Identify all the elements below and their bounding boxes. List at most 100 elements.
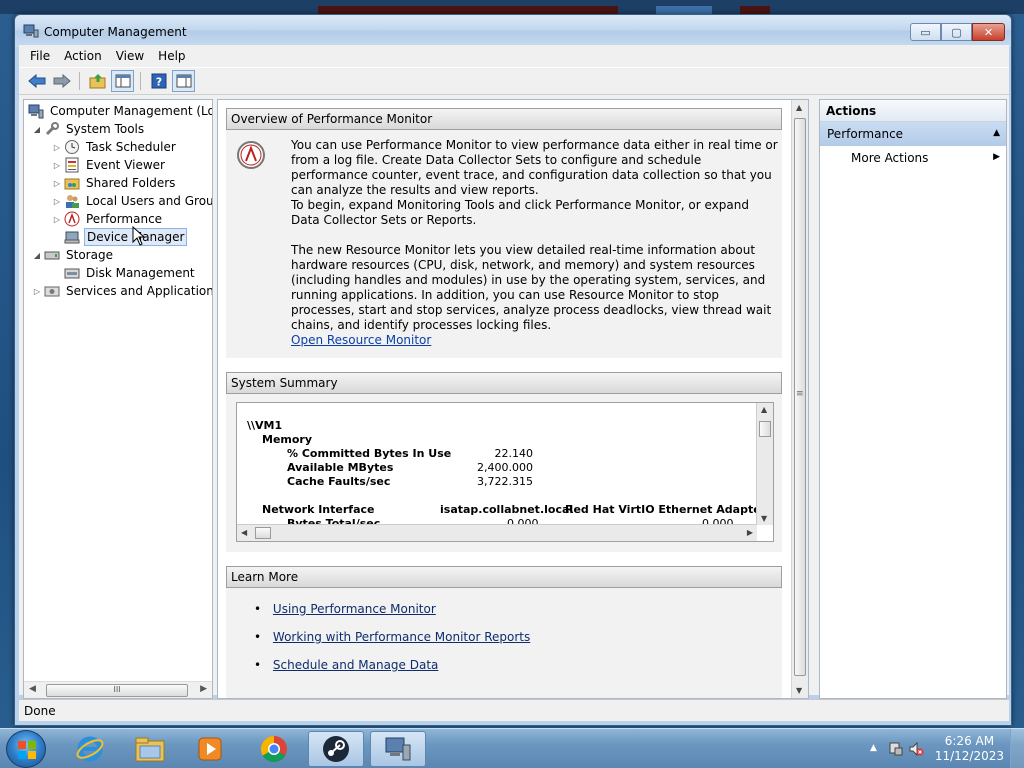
internet-explorer-icon xyxy=(76,736,104,762)
scroll-left-icon[interactable]: ◀ xyxy=(29,684,36,694)
counter-name: Cache Faults/sec xyxy=(287,475,391,488)
tree-label: Disk Management xyxy=(86,266,195,280)
actions-group-performance[interactable]: Performance ▲ xyxy=(820,122,1006,146)
collapse-icon[interactable]: ◢ xyxy=(32,251,42,260)
center-vertical-scrollbar[interactable]: ▲ ≡ ▼ xyxy=(791,100,808,698)
maximize-button[interactable]: ▢ xyxy=(941,23,972,41)
close-button[interactable]: ✕ xyxy=(972,23,1005,41)
counter-value: 3,722.315 xyxy=(477,475,533,488)
tree-label: Shared Folders xyxy=(86,176,176,190)
tree-item-event-viewer[interactable]: ▷ Event Viewer xyxy=(52,156,167,174)
forward-button[interactable] xyxy=(50,70,73,92)
summary-vertical-scrollbar[interactable]: ▲ ▼ xyxy=(756,403,773,525)
monitor-reports-link[interactable]: Working with Performance Monitor Reports xyxy=(273,630,530,644)
bullet-icon: • xyxy=(254,658,262,672)
help-button[interactable]: ? xyxy=(147,70,170,92)
storage-icon xyxy=(44,251,60,260)
machine-name: \\VM1 xyxy=(247,419,283,432)
tree-item-storage[interactable]: ◢ Storage xyxy=(32,246,115,264)
system-tray: ▲ 6:26 AM 11/12/2023 xyxy=(854,729,1024,768)
tree-item-shared-folders[interactable]: ▷ Shared Folders xyxy=(52,174,177,192)
scroll-down-icon[interactable]: ▼ xyxy=(761,514,767,523)
show-hide-console-tree-button[interactable] xyxy=(111,70,134,92)
menu-action[interactable]: Action xyxy=(57,49,109,63)
expand-icon[interactable]: ▷ xyxy=(52,197,62,206)
taskbar-media-player[interactable] xyxy=(182,731,238,767)
more-actions-label: More Actions xyxy=(851,151,929,165)
event-viewer-icon xyxy=(65,157,79,173)
tree-item-device-manager[interactable]: Device Manager xyxy=(62,228,188,246)
clock-time: 6:26 AM xyxy=(944,734,995,748)
show-hidden-icons-icon[interactable]: ▲ xyxy=(870,743,877,753)
scroll-grip: III xyxy=(113,685,121,694)
shared-folder-icon xyxy=(64,178,80,190)
close-icon: ✕ xyxy=(983,25,994,39)
taskbar-computer-management[interactable] xyxy=(370,731,426,767)
show-desktop-button[interactable] xyxy=(1010,729,1024,768)
expand-icon[interactable]: ▷ xyxy=(52,161,62,170)
scrollbar-thumb[interactable] xyxy=(759,421,771,437)
tree-item-disk-management[interactable]: Disk Management xyxy=(62,264,197,282)
mouse-cursor-icon xyxy=(132,226,146,246)
menu-help[interactable]: Help xyxy=(151,49,192,63)
tree-item-system-tools[interactable]: ◢ System Tools xyxy=(32,120,146,138)
scroll-right-icon[interactable]: ▶ xyxy=(200,684,207,694)
scroll-down-icon[interactable]: ▼ xyxy=(796,686,802,695)
users-icon xyxy=(66,195,79,208)
clock-icon xyxy=(65,140,79,154)
menu-view[interactable]: View xyxy=(109,49,151,63)
tree-item-performance[interactable]: ▷ Performance xyxy=(52,210,164,228)
clock[interactable]: 6:26 AM 11/12/2023 xyxy=(935,734,1004,764)
tree-horizontal-scrollbar[interactable]: ◀ III ▶ xyxy=(24,681,212,698)
toolbar-separator xyxy=(140,72,141,90)
scrollbar-thumb[interactable] xyxy=(255,527,271,539)
learn-more-header: Learn More xyxy=(226,566,782,588)
actions-header: Actions xyxy=(820,100,1006,122)
using-performance-monitor-link[interactable]: Using Performance Monitor xyxy=(273,602,436,616)
computer-management-window: Computer Management ▭ ▢ ✕ File Action Vi… xyxy=(14,14,1012,726)
volume-muted-icon[interactable] xyxy=(908,741,924,757)
tree-item-root[interactable]: Computer Management (Local xyxy=(26,102,213,120)
expand-icon[interactable]: ▷ xyxy=(52,179,62,188)
tree-item-local-users[interactable]: ▷ Local Users and Groups xyxy=(52,192,212,210)
tree-item-services-apps[interactable]: ▷ Services and Applications xyxy=(32,282,213,300)
up-one-level-button[interactable] xyxy=(86,70,109,92)
show-hide-action-pane-button[interactable] xyxy=(172,70,195,92)
scroll-right-icon[interactable]: ▶ xyxy=(747,528,753,537)
more-actions-item[interactable]: More Actions ▶ xyxy=(820,146,1006,170)
taskbar-chrome[interactable] xyxy=(246,731,302,767)
title-bar[interactable]: Computer Management ▭ ▢ ✕ xyxy=(15,15,1011,47)
start-button[interactable] xyxy=(6,730,46,768)
summary-horizontal-scrollbar[interactable]: ◀ ▶ xyxy=(237,524,757,541)
disk-management-icon xyxy=(64,268,80,279)
action-pane-icon xyxy=(176,74,191,88)
menu-file[interactable]: File xyxy=(23,49,57,63)
tree-label: Services and Applications xyxy=(66,284,213,298)
taskbar-file-explorer[interactable] xyxy=(122,731,178,767)
tree-item-task-scheduler[interactable]: ▷ Task Scheduler xyxy=(52,138,178,156)
tree-label: Computer Management (Local xyxy=(50,104,213,118)
learn-more-body: • Using Performance Monitor • Working wi… xyxy=(226,588,782,698)
network-group: Network Interface xyxy=(262,503,375,516)
scrollbar-thumb[interactable]: III xyxy=(46,684,188,697)
open-resource-monitor-link[interactable]: Open Resource Monitor xyxy=(291,333,431,348)
scrollbar-thumb[interactable]: ≡ xyxy=(794,118,806,676)
back-button[interactable] xyxy=(25,70,48,92)
minimize-button[interactable]: ▭ xyxy=(910,23,941,41)
scroll-up-icon[interactable]: ▲ xyxy=(796,103,802,112)
scroll-up-icon[interactable]: ▲ xyxy=(761,405,767,414)
action-center-icon[interactable] xyxy=(888,741,904,757)
taskbar-internet-explorer[interactable] xyxy=(62,731,118,767)
collapse-icon[interactable]: ◢ xyxy=(32,125,42,134)
schedule-manage-data-link[interactable]: Schedule and Manage Data xyxy=(273,658,438,672)
services-icon xyxy=(44,286,60,297)
collapse-up-icon[interactable]: ▲ xyxy=(993,128,1000,138)
tree-label: Task Scheduler xyxy=(86,140,176,154)
network-column-2: Red Hat VirtIO Ethernet Adapter xyxy=(565,503,767,516)
scroll-left-icon[interactable]: ◀ xyxy=(241,528,247,537)
taskbar-steam[interactable] xyxy=(308,731,364,767)
expand-icon[interactable]: ▷ xyxy=(32,287,42,296)
system-summary-header: System Summary xyxy=(226,372,782,394)
expand-icon[interactable]: ▷ xyxy=(52,215,62,224)
expand-icon[interactable]: ▷ xyxy=(52,143,62,152)
